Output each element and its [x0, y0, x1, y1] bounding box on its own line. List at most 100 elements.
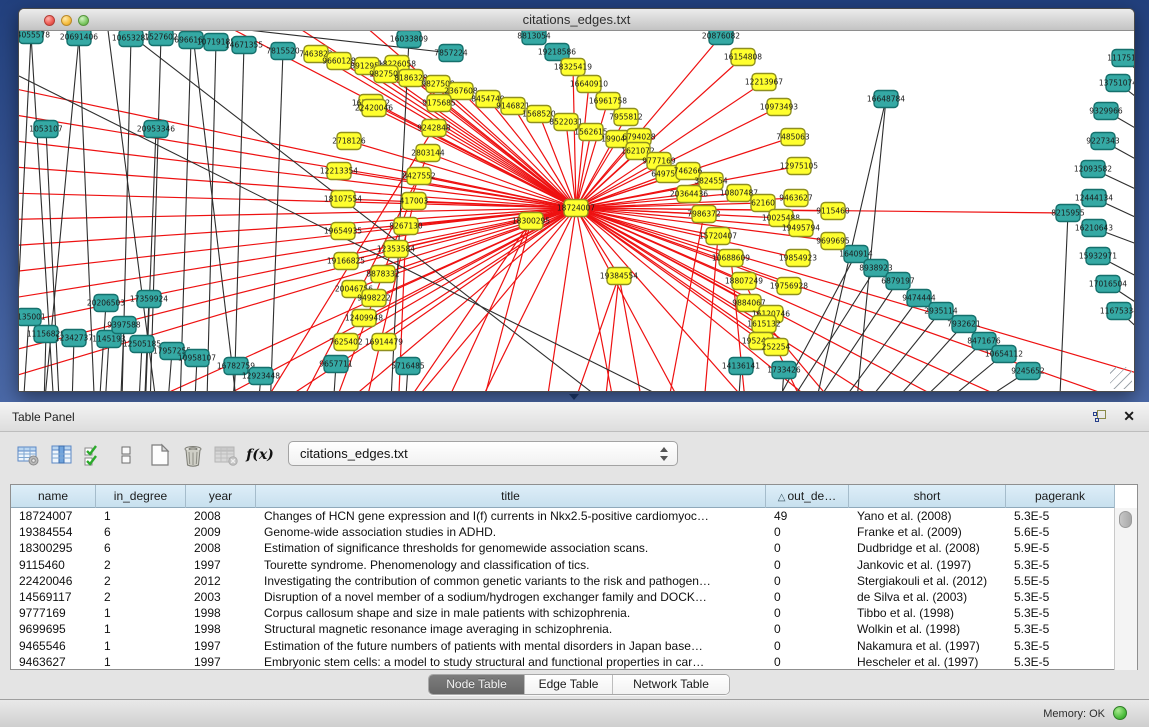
table-cell[interactable]: 18300295 — [11, 540, 96, 556]
graph-edge[interactable] — [186, 31, 241, 391]
table-cell[interactable]: 14569117 — [11, 589, 96, 605]
table-cell[interactable]: 2 — [96, 573, 186, 589]
table-cell[interactable]: Wolkin et al. (1998) — [849, 621, 1006, 637]
graph-edge[interactable] — [619, 276, 649, 391]
table-cell[interactable]: 5.3E-5 — [1006, 621, 1115, 637]
table-cell[interactable]: 1 — [96, 605, 186, 621]
table-row[interactable]: 1830029562008Estimation of significance … — [11, 540, 1115, 556]
table-cell[interactable]: 1997 — [186, 654, 256, 670]
table-cell[interactable]: 1997 — [186, 638, 256, 654]
table-cell[interactable]: 18724007 — [11, 508, 96, 524]
table-cell[interactable]: Corpus callosum shape and size in male p… — [256, 605, 766, 621]
table-cell[interactable]: Franke et al. (2009) — [849, 524, 1006, 540]
table-cell[interactable]: 9463627 — [11, 654, 96, 670]
table-cell[interactable]: 49 — [766, 508, 849, 524]
graph-edge[interactable] — [233, 45, 244, 391]
table-cell[interactable]: 5.5E-5 — [1006, 573, 1115, 589]
table-row[interactable]: 1872400712008Changes of HCN gene express… — [11, 508, 1115, 524]
table-cell[interactable]: 5.9E-5 — [1006, 540, 1115, 556]
table-cell[interactable]: 1997 — [186, 557, 256, 573]
table-cell[interactable]: Investigating the contribution of common… — [256, 573, 766, 589]
table-cell[interactable]: 2008 — [186, 508, 256, 524]
graph-edge[interactable] — [46, 129, 61, 391]
table-cell[interactable]: Dudbridge et al. (2008) — [849, 540, 1006, 556]
column-header-short[interactable]: short — [849, 485, 1006, 508]
table-cell[interactable]: 5.3E-5 — [1006, 589, 1115, 605]
table-cell[interactable]: Stergiakouli et al. (2012) — [849, 573, 1006, 589]
table-cell[interactable]: Genome-wide association studies in ADHD. — [256, 524, 766, 540]
new-column-button[interactable] — [146, 440, 174, 470]
table-cell[interactable]: Estimation of the future numbers of pati… — [256, 638, 766, 654]
table-cell[interactable]: Nakamura et al. (1997) — [849, 638, 1006, 654]
float-panel-icon[interactable] — [1093, 410, 1107, 423]
table-cell[interactable]: 2009 — [186, 524, 256, 540]
window-resize-grip[interactable] — [1110, 367, 1132, 389]
network-table-select[interactable]: citations_edges.txt — [288, 441, 678, 466]
table-cell[interactable]: 1 — [96, 638, 186, 654]
window-titlebar[interactable]: citations_edges.txt — [19, 9, 1134, 31]
graph-edge[interactable] — [1058, 213, 1068, 391]
tab-edge-table[interactable]: Edge Table — [525, 675, 613, 694]
column-header-name[interactable]: name — [11, 485, 96, 508]
show-columns-button[interactable] — [48, 440, 76, 470]
table-cell[interactable]: Structural magnetic resonance image aver… — [256, 621, 766, 637]
table-cell[interactable]: 2003 — [186, 589, 256, 605]
table-scrollbar-thumb[interactable] — [1119, 511, 1132, 528]
table-cell[interactable]: Changes of HCN gene expression and I(f) … — [256, 508, 766, 524]
table-row[interactable]: 1456911722003Disruption of a novel membe… — [11, 589, 1115, 605]
graph-edge[interactable] — [561, 276, 619, 391]
table-cell[interactable]: 2 — [96, 557, 186, 573]
table-cell[interactable]: 1 — [96, 508, 186, 524]
table-cell[interactable]: Hescheler et al. (1997) — [849, 654, 1006, 670]
table-cell[interactable]: 6 — [96, 540, 186, 556]
table-cell[interactable]: 1998 — [186, 621, 256, 637]
table-cell[interactable]: 1998 — [186, 605, 256, 621]
table-cell[interactable]: Yano et al. (2008) — [849, 508, 1006, 524]
table-row[interactable]: 2242004622012Investigating the contribut… — [11, 573, 1115, 589]
graph-edge[interactable] — [541, 208, 576, 391]
table-cell[interactable]: 0 — [766, 589, 849, 605]
table-cell[interactable]: Tourette syndrome. Phenomenology and cla… — [256, 557, 766, 573]
graph-edge[interactable] — [349, 141, 576, 208]
graph-edge[interactable] — [461, 208, 576, 391]
table-row[interactable]: 911546021997Tourette syndrome. Phenomeno… — [11, 557, 1115, 573]
column-header-year[interactable]: year — [186, 485, 256, 508]
table-cell[interactable]: 5.3E-5 — [1006, 638, 1115, 654]
table-row[interactable]: 977716911998Corpus callosum shape and si… — [11, 605, 1115, 621]
column-header-out_de[interactable]: △out_de… — [766, 485, 849, 508]
table-cell[interactable]: 0 — [766, 573, 849, 589]
table-cell[interactable]: 2012 — [186, 573, 256, 589]
table-cell[interactable]: Embryonic stem cells: a model to study s… — [256, 654, 766, 670]
table-cell[interactable]: 5.3E-5 — [1006, 508, 1115, 524]
table-cell[interactable]: 0 — [766, 638, 849, 654]
tab-node-table[interactable]: Node Table — [429, 675, 525, 694]
tab-network-table[interactable]: Network Table — [613, 675, 729, 694]
network-canvas[interactable]: 1405557820691406106532871527602696616110… — [19, 31, 1134, 391]
table-cell[interactable]: 6 — [96, 524, 186, 540]
table-cell[interactable]: 0 — [766, 605, 849, 621]
table-cell[interactable]: 19384554 — [11, 524, 96, 540]
table-row[interactable]: 946362711997Embryonic stem cells: a mode… — [11, 654, 1115, 670]
table-cell[interactable]: 5.3E-5 — [1006, 605, 1115, 621]
table-cell[interactable]: Estimation of significance thresholds fo… — [256, 540, 766, 556]
splitter-handle[interactable] — [569, 394, 579, 400]
table-cell[interactable]: Disruption of a novel member of a sodium… — [256, 589, 766, 605]
table-cell[interactable]: de Silva et al. (2003) — [849, 589, 1006, 605]
select-attributes-button[interactable] — [80, 440, 108, 470]
column-header-title[interactable]: title — [256, 485, 766, 508]
close-panel-icon[interactable]: ✕ — [1123, 408, 1135, 425]
table-cell[interactable]: 2008 — [186, 540, 256, 556]
table-cell[interactable]: 0 — [766, 557, 849, 573]
table-cell[interactable]: 1 — [96, 654, 186, 670]
table-cell[interactable]: 22420046 — [11, 573, 96, 589]
table-cell[interactable]: Tibbo et al. (1998) — [849, 605, 1006, 621]
table-cell[interactable]: 5.3E-5 — [1006, 654, 1115, 670]
table-cell[interactable]: 9777169 — [11, 605, 96, 621]
table-cell[interactable]: 9115460 — [11, 557, 96, 573]
table-row[interactable]: 946554611997Estimation of the future num… — [11, 638, 1115, 654]
graph-edge[interactable] — [19, 208, 576, 281]
column-header-in_degree[interactable]: in_degree — [96, 485, 186, 508]
table-cell[interactable]: 1 — [96, 621, 186, 637]
table-cell[interactable]: 5.6E-5 — [1006, 524, 1115, 540]
graph-edge[interactable] — [19, 208, 576, 341]
